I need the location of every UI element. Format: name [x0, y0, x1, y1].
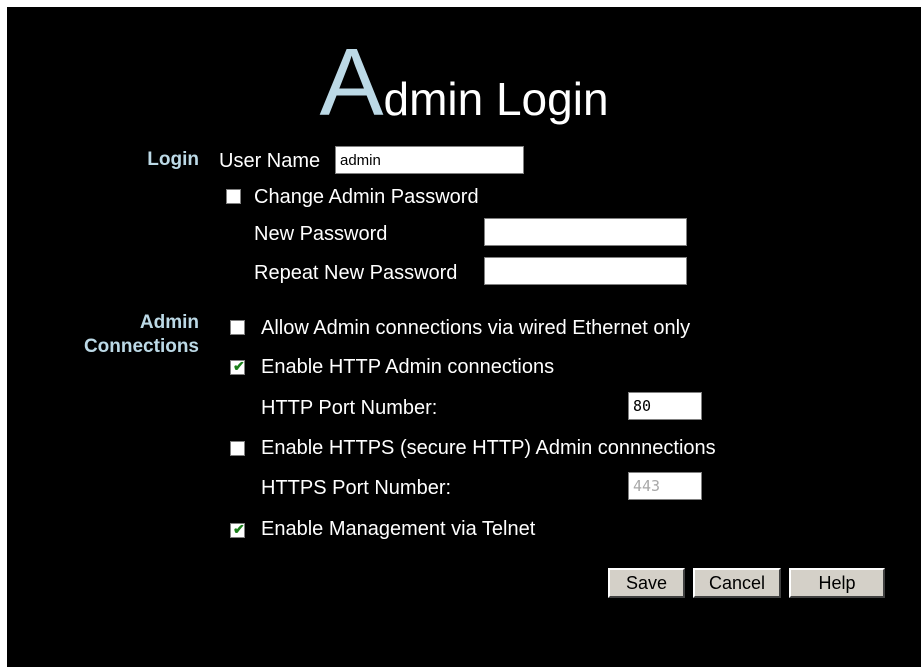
http-port-input[interactable] [628, 392, 702, 420]
https-port-label: HTTPS Port Number: [261, 477, 452, 499]
admin-connections-label-line2: Connections [83, 336, 199, 357]
http-port-label: HTTP Port Number: [261, 397, 438, 419]
checkmark-icon: ✔ [233, 358, 245, 374]
admin-connections-section-label: Admin Connections [47, 311, 199, 359]
page-title-initial: A [319, 29, 384, 136]
wired-only-checkbox[interactable] [230, 320, 245, 335]
checkmark-icon: ✔ [233, 521, 245, 537]
repeat-password-input[interactable] [484, 257, 687, 285]
user-name-label: User Name [219, 150, 321, 172]
help-button[interactable]: Help [789, 568, 885, 598]
admin-login-panel: Admin Login Login User Name Change Admin… [7, 7, 921, 667]
wired-only-label: Allow Admin connections via wired Ethern… [261, 317, 691, 339]
change-password-label: Change Admin Password [254, 186, 479, 208]
telnet-checkbox[interactable]: ✔ [230, 521, 245, 538]
cancel-button[interactable]: Cancel [693, 568, 781, 598]
new-password-input[interactable] [484, 218, 687, 246]
http-enable-label: Enable HTTP Admin connections [261, 356, 555, 378]
http-enable-checkbox[interactable]: ✔ [230, 358, 245, 375]
login-section-label: Login [147, 149, 199, 170]
page-title: Admin Login [7, 35, 921, 147]
save-button[interactable]: Save [608, 568, 685, 598]
page-title-rest: dmin Login [383, 73, 609, 125]
admin-connections-label-line1: Admin [139, 312, 199, 333]
telnet-label: Enable Management via Telnet [261, 518, 536, 540]
https-enable-label: Enable HTTPS (secure HTTP) Admin connnec… [261, 437, 716, 459]
https-enable-checkbox[interactable] [230, 441, 245, 456]
repeat-password-label: Repeat New Password [254, 262, 458, 284]
new-password-label: New Password [254, 223, 388, 245]
user-name-input[interactable] [335, 146, 524, 174]
https-port-input[interactable] [628, 472, 702, 500]
change-password-checkbox[interactable] [226, 189, 241, 204]
